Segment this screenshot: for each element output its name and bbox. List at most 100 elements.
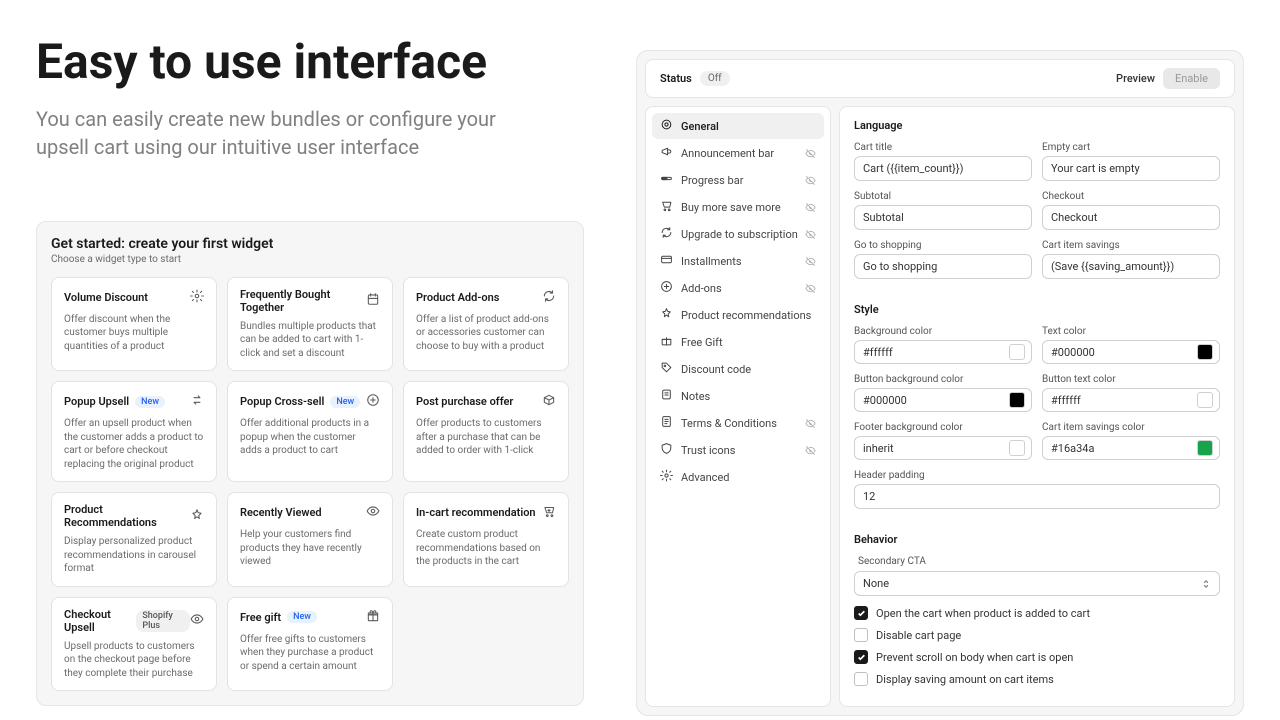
sidebar-label: Discount code bbox=[681, 363, 751, 376]
widget-title: Product Recommendations bbox=[64, 503, 190, 529]
hidden-icon bbox=[805, 148, 816, 159]
btn-bg-label: Button background color bbox=[854, 374, 1032, 385]
calendar-icon bbox=[366, 291, 380, 310]
hidden-icon bbox=[805, 418, 816, 429]
widget-badge: New bbox=[287, 611, 317, 623]
widget-card-9[interactable]: Checkout Upsell Shopify Plus Upsell prod… bbox=[51, 597, 217, 692]
widget-card-2[interactable]: Product Add-ons Offer a list of product … bbox=[403, 277, 569, 372]
sidebar-item-free-gift[interactable]: Free Gift bbox=[652, 329, 824, 355]
sidebar-item-announcement-bar[interactable]: Announcement bar bbox=[652, 140, 824, 166]
widget-desc: Display personalized product recommendat… bbox=[64, 535, 204, 576]
widget-desc: Upsell products to customers on the chec… bbox=[64, 640, 204, 681]
widget-desc: Offer products to customers after a purc… bbox=[416, 417, 556, 458]
style-heading: Style bbox=[854, 303, 1220, 316]
sidebar-label: Product recommendations bbox=[681, 309, 811, 322]
shield-icon bbox=[660, 442, 673, 458]
go-shopping-input[interactable] bbox=[854, 254, 1032, 279]
widget-card-0[interactable]: Volume Discount Offer discount when the … bbox=[51, 277, 217, 372]
get-started-subtitle: Choose a widget type to start bbox=[51, 254, 569, 265]
empty-cart-input[interactable] bbox=[1042, 156, 1220, 181]
star-cross-icon bbox=[190, 507, 204, 526]
checkbox-label: Display saving amount on cart items bbox=[876, 673, 1054, 686]
checkbox-disablePage[interactable]: Disable cart page bbox=[854, 628, 1220, 642]
checkout-input[interactable] bbox=[1042, 205, 1220, 230]
sidebar-item-buy-more-save-more[interactable]: Buy more save more bbox=[652, 194, 824, 220]
settings-sidebar: General Announcement bar Progress bar Bu… bbox=[645, 106, 831, 707]
sidebar-label: Trust icons bbox=[681, 444, 735, 457]
sidebar-item-advanced[interactable]: Advanced bbox=[652, 464, 824, 490]
sidebar-label: Progress bar bbox=[681, 174, 743, 187]
chevron-updown-icon bbox=[1201, 579, 1211, 589]
plus-icon bbox=[660, 280, 673, 296]
box-icon bbox=[542, 392, 556, 411]
widget-card-7[interactable]: Recently Viewed Help your customers find… bbox=[227, 492, 393, 587]
sidebar-item-product-recommendations[interactable]: Product recommendations bbox=[652, 302, 824, 328]
btn-text-input[interactable] bbox=[1042, 388, 1220, 412]
enable-button[interactable]: Enable bbox=[1163, 68, 1220, 89]
widget-title: Popup Upsell bbox=[64, 395, 129, 408]
settings-panel: Language Cart title Empty cart Subtotal … bbox=[839, 106, 1235, 707]
widget-card-3[interactable]: Popup Upsell New Offer an upsell product… bbox=[51, 381, 217, 482]
hidden-icon bbox=[805, 256, 816, 267]
text-color-input[interactable] bbox=[1042, 340, 1220, 364]
sidebar-item-notes[interactable]: Notes bbox=[652, 383, 824, 409]
widget-card-5[interactable]: Post purchase offer Offer products to cu… bbox=[403, 381, 569, 482]
megaphone-icon bbox=[660, 145, 673, 161]
sidebar-item-discount-code[interactable]: Discount code bbox=[652, 356, 824, 382]
checkbox-displaySaving[interactable]: Display saving amount on cart items bbox=[854, 672, 1220, 686]
cart-icon bbox=[660, 199, 673, 215]
widget-card-4[interactable]: Popup Cross-sell New Offer additional pr… bbox=[227, 381, 393, 482]
hidden-icon bbox=[805, 175, 816, 186]
sidebar-item-installments[interactable]: Installments bbox=[652, 248, 824, 274]
checkout-label: Checkout bbox=[1042, 191, 1220, 202]
sidebar-item-general[interactable]: General bbox=[652, 113, 824, 139]
savings-input[interactable] bbox=[1042, 254, 1220, 279]
subtotal-input[interactable] bbox=[854, 205, 1032, 230]
widget-title: Popup Cross-sell bbox=[240, 395, 324, 408]
widget-card-8[interactable]: In-cart recommendation Create custom pro… bbox=[403, 492, 569, 587]
note-icon bbox=[660, 388, 673, 404]
widget-desc: Help your customers find products they h… bbox=[240, 528, 380, 569]
doc-icon bbox=[660, 415, 673, 431]
hidden-icon bbox=[805, 445, 816, 456]
sidebar-item-upgrade-to-subscription[interactable]: Upgrade to subscription bbox=[652, 221, 824, 247]
secondary-cta-label: Secondary CTA bbox=[858, 556, 1220, 567]
status-bar: Status Off Preview Enable bbox=[645, 59, 1235, 98]
star-icon bbox=[660, 307, 673, 323]
widget-card-6[interactable]: Product Recommendations Display personal… bbox=[51, 492, 217, 587]
widget-desc: Offer additional products in a popup whe… bbox=[240, 417, 380, 458]
widget-card-1[interactable]: Frequently Bought Together Bundles multi… bbox=[227, 277, 393, 372]
sidebar-item-progress-bar[interactable]: Progress bar bbox=[652, 167, 824, 193]
savings-color-input[interactable] bbox=[1042, 436, 1220, 460]
eye-icon bbox=[366, 503, 380, 522]
cart-title-input[interactable] bbox=[854, 156, 1032, 181]
gift-icon bbox=[366, 608, 380, 627]
checkbox-openOnAdd[interactable]: Open the cart when product is added to c… bbox=[854, 606, 1220, 620]
hidden-icon bbox=[805, 283, 816, 294]
sidebar-item-add-ons[interactable]: Add-ons bbox=[652, 275, 824, 301]
widget-title: Volume Discount bbox=[64, 291, 148, 304]
sidebar-item-trust-icons[interactable]: Trust icons bbox=[652, 437, 824, 463]
sidebar-label: Terms & Conditions bbox=[681, 417, 777, 430]
secondary-cta-select[interactable]: None bbox=[854, 571, 1220, 596]
widget-title: Free gift bbox=[240, 611, 281, 624]
header-padding-input[interactable] bbox=[854, 484, 1220, 509]
savings-color-label: Cart item savings color bbox=[1042, 422, 1220, 433]
plus-circle-icon bbox=[366, 392, 380, 411]
sidebar-item-terms-conditions[interactable]: Terms & Conditions bbox=[652, 410, 824, 436]
widget-card-10[interactable]: Free gift New Offer free gifts to custom… bbox=[227, 597, 393, 692]
sidebar-label: Add-ons bbox=[681, 282, 722, 295]
hero-title: Easy to use interface bbox=[36, 36, 584, 89]
checkbox-label: Prevent scroll on body when cart is open bbox=[876, 651, 1073, 664]
preview-button[interactable]: Preview bbox=[1116, 72, 1155, 85]
behavior-heading: Behavior bbox=[854, 533, 1220, 546]
cart-title-label: Cart title bbox=[854, 142, 1032, 153]
sidebar-label: General bbox=[681, 120, 719, 133]
get-started-card: Get started: create your first widget Ch… bbox=[36, 221, 584, 707]
checkbox-preventScroll[interactable]: Prevent scroll on body when cart is open bbox=[854, 650, 1220, 664]
btn-bg-input[interactable] bbox=[854, 388, 1032, 412]
bg-color-input[interactable] bbox=[854, 340, 1032, 364]
footer-bg-input[interactable] bbox=[854, 436, 1032, 460]
subtotal-label: Subtotal bbox=[854, 191, 1032, 202]
sidebar-label: Notes bbox=[681, 390, 710, 403]
